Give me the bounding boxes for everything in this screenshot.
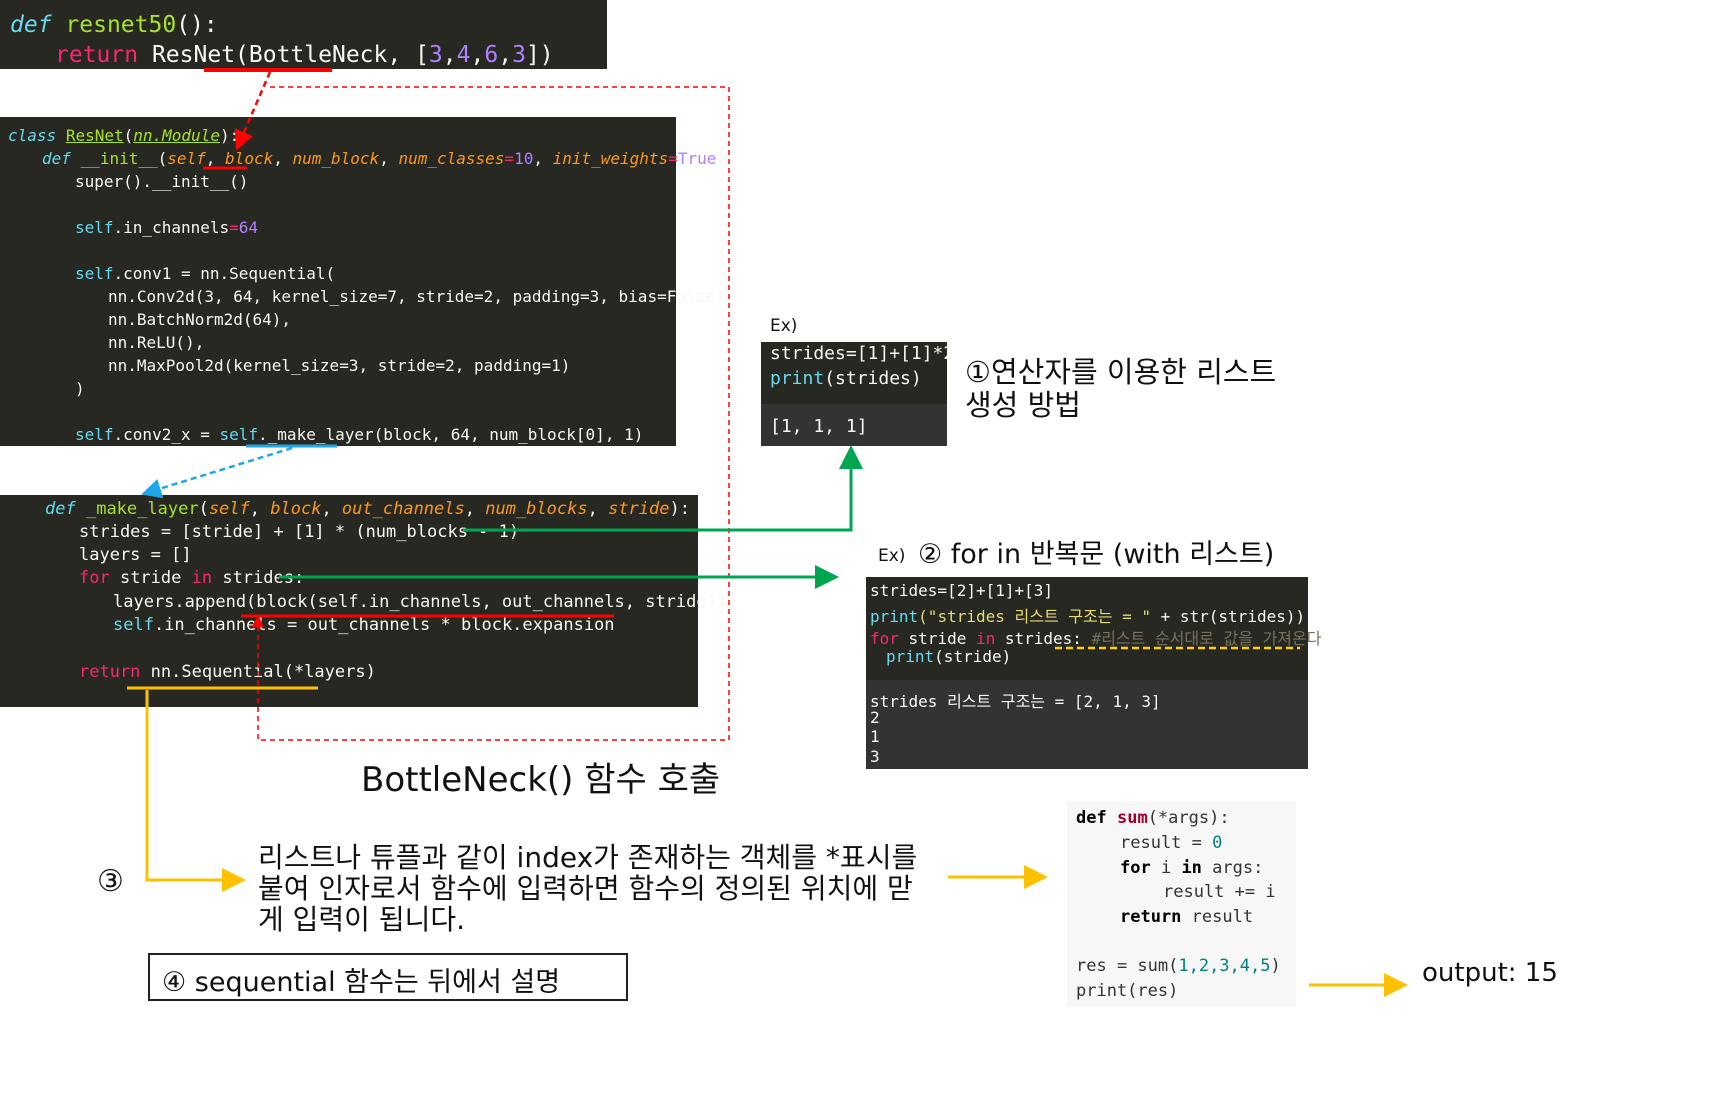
make-layer-arrow: [141, 446, 293, 499]
bottleneck-loop-path: [252, 86, 730, 741]
arrows-overlay: [127, 68, 1408, 997]
return-to-explanation-arrow: [145, 690, 246, 892]
strides-to-ex1-arrow: [463, 445, 863, 532]
bottleneck-to-block-arrow: [234, 71, 272, 151]
